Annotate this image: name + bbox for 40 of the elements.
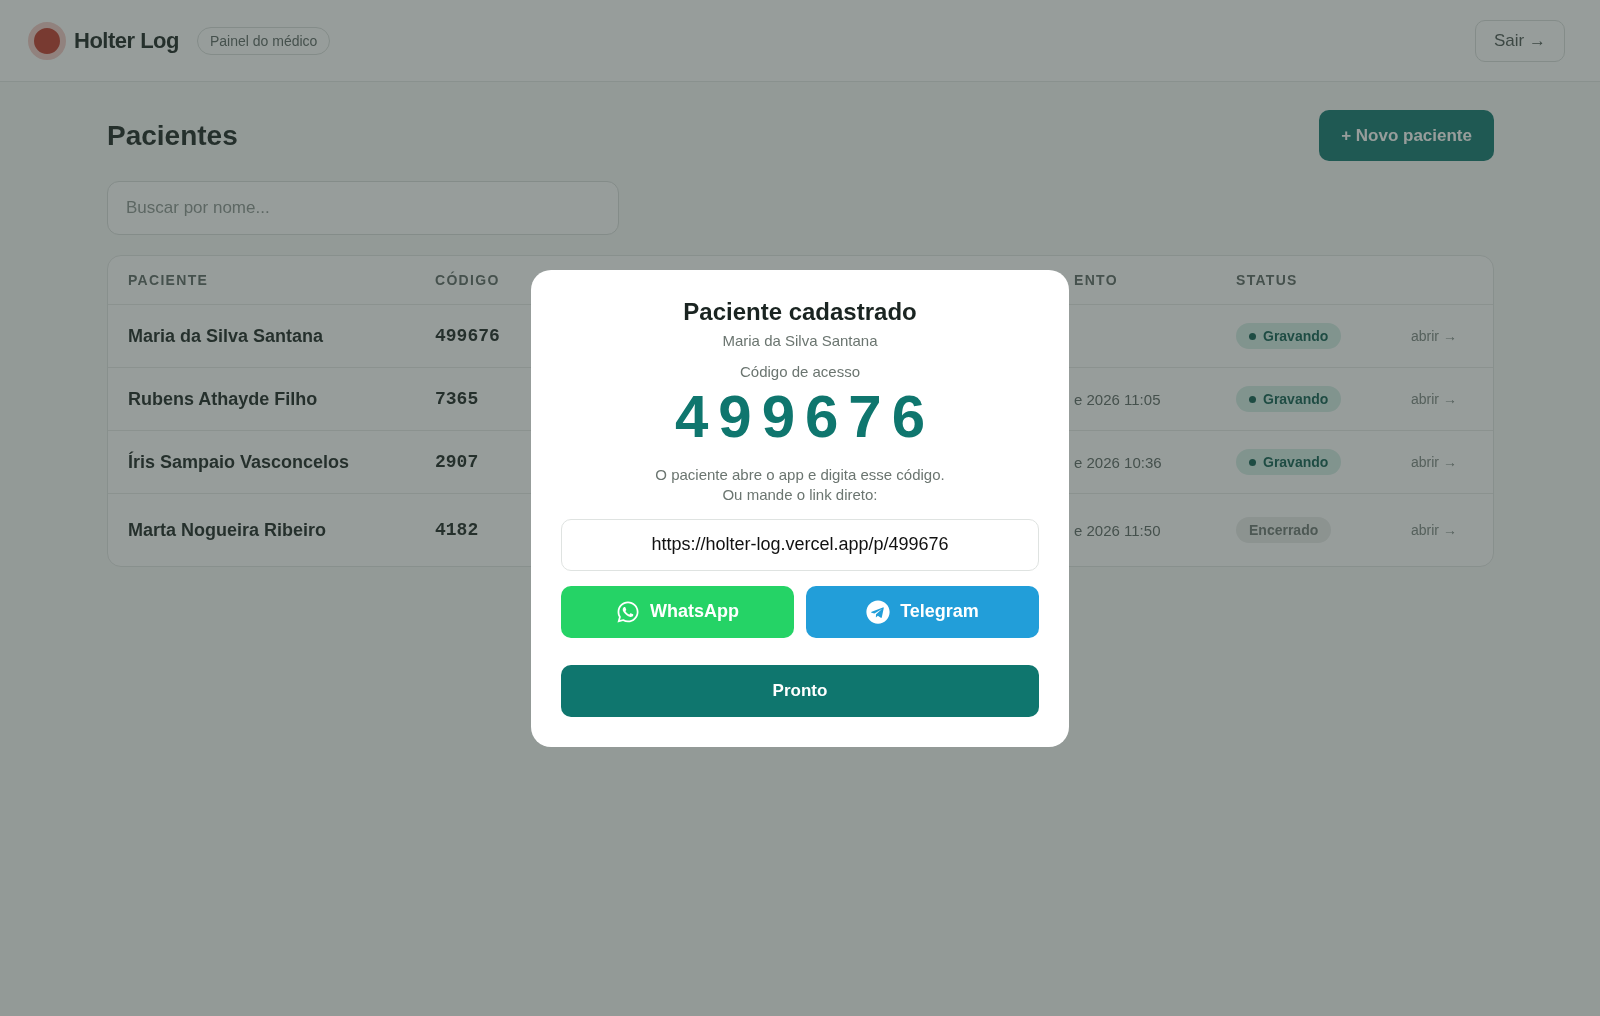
column-header: PACIENTE: [128, 272, 209, 288]
table-cell-text: e 2026 11:50: [1073, 521, 1162, 539]
patient-code: 499676: [435, 326, 500, 346]
patient-name: Maria da Silva Santana: [722, 331, 878, 349]
status-badge: Encerrado: [1236, 517, 1332, 543]
search-field[interactable]: Buscar por nome...: [107, 181, 619, 235]
page-title: Pacientes: [107, 119, 238, 152]
access-code: 499676: [673, 381, 936, 451]
new-patient-button[interactable]: + Novo paciente: [1319, 110, 1494, 161]
patient-name: Íris Sampaio Vasconcelos: [127, 451, 351, 473]
link-field[interactable]: https://holter-log.vercel.app/p/499676: [561, 518, 1039, 571]
open-link[interactable]: abrir →: [1411, 454, 1457, 470]
status-badge: Gravando: [1236, 323, 1342, 349]
patient-name: Marta Nogueira Ribeiro: [127, 519, 328, 541]
table-cell-text: e 2026 10:36: [1073, 453, 1163, 471]
patient-code: 7365: [435, 389, 479, 409]
paper-plane-icon: [866, 599, 891, 624]
chat-bubble-icon: [616, 599, 640, 624]
column-header: CÓDIGO: [435, 272, 500, 288]
dialog-title: Paciente cadastrado: [683, 297, 917, 326]
done-button[interactable]: Pronto: [561, 664, 1039, 717]
patient-code: 4182: [435, 520, 479, 540]
instructions-text: O paciente abre o app e digita esse código. Ou mande o link direto:: [655, 464, 945, 505]
column-header: STATUS: [1236, 272, 1298, 288]
table-cell-text: e 2026 11:05: [1073, 390, 1162, 408]
code-label: Código de acesso: [739, 362, 861, 380]
status-badge: Gravando: [1236, 386, 1342, 412]
patient-code: 2907: [435, 452, 479, 472]
open-link[interactable]: abrir →: [1411, 328, 1457, 344]
patient-name: Rubens Athayde Filho: [127, 388, 319, 410]
open-link[interactable]: abrir →: [1411, 391, 1457, 407]
app-logo: Holter Log: [74, 27, 179, 54]
patient-name: Maria da Silva Santana: [127, 325, 325, 347]
logo-dot-icon: [28, 21, 66, 60]
telegram-button[interactable]: Telegram: [806, 585, 1039, 638]
column-header: ENTO: [1074, 272, 1118, 288]
logout-button[interactable]: Sair →: [1475, 19, 1565, 62]
open-link[interactable]: abrir →: [1411, 522, 1457, 538]
status-badge: Gravando: [1236, 449, 1342, 475]
whatsapp-button[interactable]: WhatsApp: [561, 585, 794, 638]
